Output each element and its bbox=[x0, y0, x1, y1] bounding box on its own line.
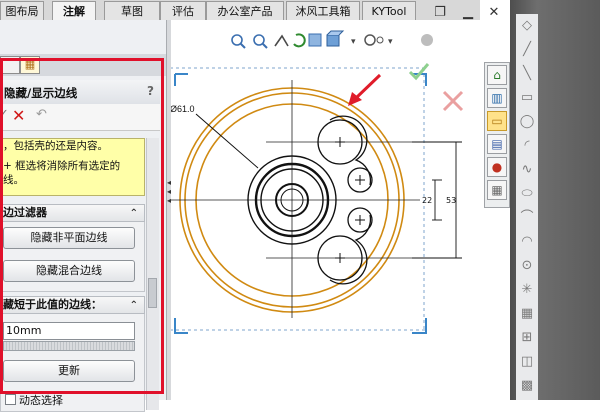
appearances-icon[interactable]: ● bbox=[487, 157, 507, 177]
sketch-toolbar: ◇ ╱ ╲ ▭ ◯ ◜ ∿ ⬭ ⌒ ◠ ⊙ ✳ ▦ ⊞ ◫ ▩ bbox=[510, 0, 600, 400]
trim-icon[interactable]: ▦ bbox=[519, 306, 535, 322]
circle-icon[interactable]: ◯ bbox=[519, 114, 535, 130]
restore-icon[interactable]: ❐ bbox=[432, 6, 448, 20]
view-orientation-icon[interactable] bbox=[326, 30, 345, 47]
ellipse-icon[interactable]: ⬭ bbox=[519, 186, 535, 202]
custom-properties-icon[interactable]: ▦ bbox=[487, 180, 507, 200]
rebuild-icon[interactable] bbox=[293, 33, 306, 48]
file-explorer-icon[interactable]: ▭ bbox=[487, 111, 507, 131]
point-icon[interactable]: ⊙ bbox=[519, 258, 535, 274]
arc-icon[interactable]: ◠ bbox=[519, 234, 535, 250]
dropdown-arrow-icon[interactable]: ▾ bbox=[388, 37, 393, 47]
design-library-icon[interactable]: ▥ bbox=[487, 88, 507, 108]
section-view-icon[interactable] bbox=[308, 33, 322, 47]
rectangle-icon[interactable]: ╲ bbox=[519, 66, 535, 82]
dynamic-select-label: 动态选择 bbox=[19, 394, 63, 407]
appearance-icon[interactable] bbox=[421, 34, 433, 46]
close-icon[interactable]: ✕ bbox=[486, 6, 502, 20]
convert-icon[interactable]: ⊞ bbox=[519, 330, 535, 346]
previous-view-icon[interactable] bbox=[274, 34, 289, 47]
zoom-to-fit-icon[interactable] bbox=[231, 34, 246, 49]
tab-office-products[interactable]: 办公室产品 bbox=[206, 1, 284, 20]
mirror-icon[interactable]: ◫ bbox=[519, 354, 535, 370]
cancel-corner-icon[interactable] bbox=[442, 90, 464, 112]
view-palette-icon[interactable]: ▤ bbox=[487, 134, 507, 154]
home-icon[interactable]: ⌂ bbox=[487, 65, 507, 85]
arc-icon[interactable]: ◜ bbox=[519, 138, 535, 154]
spline-icon[interactable]: ∿ bbox=[519, 162, 535, 178]
sketch-toolbar-column: ◇ ╱ ╲ ▭ ◯ ◜ ∿ ⬭ ⌒ ◠ ⊙ ✳ ▦ ⊞ ◫ ▩ bbox=[516, 14, 538, 400]
highlight-frame bbox=[0, 58, 164, 394]
outer-dimension[interactable]: 53 bbox=[446, 196, 456, 205]
pattern-icon[interactable]: ▩ bbox=[519, 378, 535, 394]
zoom-area-icon[interactable] bbox=[253, 34, 268, 49]
collapse-panel-icon[interactable]: ◂ ◂ ◂ bbox=[167, 178, 171, 214]
tab-kytool[interactable]: KYTool bbox=[362, 1, 416, 20]
command-manager-tabs: 图布局 注解 草图 评估 办公室产品 沐风工具箱 KYTool bbox=[0, 0, 480, 21]
smart-dimension-icon[interactable]: ◇ bbox=[519, 18, 535, 34]
inner-dimension[interactable]: 22 bbox=[422, 196, 432, 205]
line-icon[interactable]: ╱ bbox=[519, 42, 535, 58]
rectangle-icon[interactable]: ▭ bbox=[519, 90, 535, 106]
task-pane: ⌂ ▥ ▭ ▤ ● ▦ bbox=[484, 62, 510, 208]
centerlines bbox=[170, 80, 420, 318]
dropdown-arrow-icon[interactable]: ▾ bbox=[351, 37, 356, 47]
drawing-sheet: ▾ ▾ Ø61.0 22 53 bbox=[170, 30, 464, 334]
tab-drawing-layout[interactable]: 图布局 bbox=[0, 1, 44, 20]
tab-evaluate[interactable]: 评估 bbox=[160, 1, 206, 20]
display-style-icon[interactable] bbox=[364, 34, 384, 46]
annotation-arrow bbox=[348, 73, 382, 106]
drawing-canvas[interactable]: ▾ ▾ Ø61.0 22 53 bbox=[170, 20, 510, 400]
fillet-icon[interactable]: ⌒ bbox=[519, 210, 535, 226]
tab-sketch[interactable]: 草图 bbox=[104, 1, 160, 20]
diameter-dimension[interactable]: Ø61.0 bbox=[170, 104, 195, 114]
tab-annotation[interactable]: 注解 bbox=[52, 1, 96, 20]
view-toolbar[interactable]: ▾ ▾ bbox=[231, 30, 433, 49]
view-boundary bbox=[170, 67, 428, 334]
text-icon[interactable]: ✳ bbox=[519, 282, 535, 298]
minimize-icon[interactable]: ▁ bbox=[460, 6, 476, 20]
tab-mufeng-toolbox[interactable]: 沐风工具箱 bbox=[286, 1, 360, 20]
